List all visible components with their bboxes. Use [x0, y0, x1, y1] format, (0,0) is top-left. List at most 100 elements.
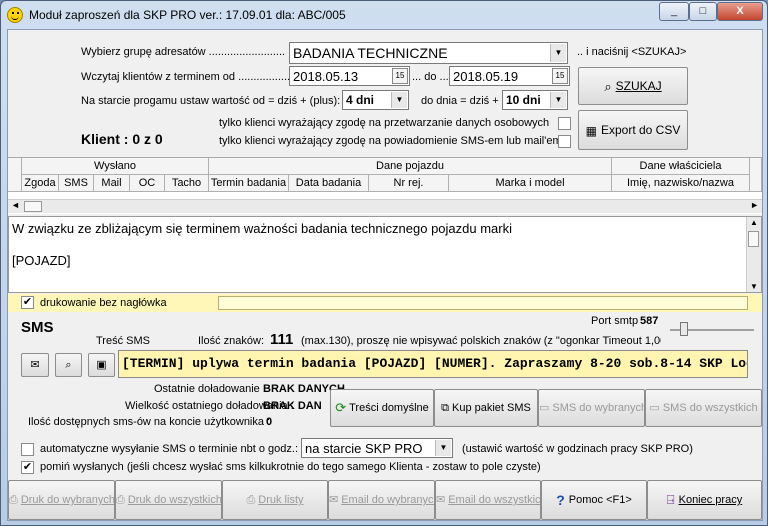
grid-horizontal-scrollbar[interactable]: ◄ ► — [8, 199, 762, 213]
email-icon: ✉ — [436, 494, 446, 507]
preview-button[interactable]: ⌕ — [55, 353, 82, 377]
grid-group-sent: Wysłano — [22, 158, 209, 175]
sms-text-input[interactable]: [TERMIN] uplywa termin badania [POJAZD] … — [118, 350, 748, 378]
email-all-button[interactable]: ✉ Email do wszystkich — [435, 480, 541, 520]
print-header-label: drukowanie bez nagłówka — [40, 297, 167, 309]
export-csv-label: Export do CSV — [600, 123, 681, 137]
export-csv-button[interactable]: ▦ Export do CSV — [578, 110, 688, 150]
date-to-value: 2018.05.19 — [453, 69, 519, 84]
group-select[interactable]: BADANIA TECHNICZNE ▼ — [289, 42, 568, 64]
client-grid[interactable]: Wysłano Dane pojazdu Dane właściciela Zg… — [8, 157, 762, 214]
exit-door-icon: ⍈ — [666, 492, 675, 508]
help-label: Pomoc <F1> — [568, 494, 632, 506]
sms-all-label: SMS do wszystkich — [662, 402, 758, 414]
save-sms-button[interactable]: ▣ — [88, 353, 115, 377]
help-icon: ? — [556, 492, 565, 509]
email-icon: ✉ — [329, 494, 339, 507]
column-header-mail[interactable]: Mail — [94, 175, 130, 192]
auto-send-time-select[interactable]: na starcie SKP PRO ▼ — [301, 438, 453, 458]
scroll-left-icon[interactable]: ◄ — [11, 200, 20, 210]
refresh-icon: ⟳ — [335, 400, 347, 416]
envelope-icon: ✉ — [30, 359, 40, 371]
magnifier-icon: ⌕ — [65, 359, 72, 371]
start-days-select[interactable]: 4 dni ▼ — [342, 90, 409, 110]
column-header-tacho[interactable]: Tacho — [165, 175, 209, 192]
date-from-value: 2018.05.13 — [293, 69, 359, 84]
char-count-note: (max.130), proszę nie wpisywać polskich … — [301, 335, 661, 347]
column-header-inspection-date[interactable]: Data badania — [289, 175, 369, 192]
consent-notify-checkbox[interactable] — [558, 135, 571, 148]
message-scrollbar[interactable]: ▲ ▼ — [746, 217, 761, 292]
client-count: Klient : 0 z 0 — [81, 131, 163, 147]
start-label: Na starcie progamu ustaw wartość od = dz… — [81, 95, 341, 107]
chevron-down-icon[interactable]: ▼ — [550, 44, 566, 62]
auto-send-checkbox[interactable] — [21, 443, 34, 456]
consent-processing-label: tylko klienci wyrażający zgodę na przetw… — [219, 117, 550, 129]
sms-selected-label: SMS do wybranych — [552, 402, 645, 414]
title-bar[interactable]: Moduł zaproszeń dla SKP PRO ver.: 17.09.… — [1, 1, 767, 29]
column-header-reg-number[interactable]: Nr rej. — [369, 175, 449, 192]
search-button[interactable]: ⌕ SZUKAJ — [578, 67, 688, 105]
print-selected-label: Druk do wybranych — [20, 494, 115, 506]
char-count-label: Ilość znaków: — [198, 335, 265, 347]
floppy-disk-icon: ▣ — [96, 359, 107, 371]
sms-heading: SMS — [21, 319, 54, 336]
column-header-oc[interactable]: OC — [130, 175, 165, 192]
maximize-button[interactable]: □ — [689, 2, 717, 21]
print-header-checkbox[interactable]: ✔ — [21, 296, 34, 309]
column-header-consent[interactable]: Zgoda — [22, 175, 59, 192]
print-all-button[interactable]: ⎙ Druk do wszystkich — [115, 480, 222, 520]
scroll-thumb[interactable] — [24, 201, 42, 212]
calendar-icon[interactable]: 15 — [552, 68, 568, 84]
export-icon: ▦ — [585, 123, 597, 138]
message-line-2: [POJAZD] — [12, 253, 71, 268]
to-days-select[interactable]: 10 dni ▼ — [502, 90, 568, 110]
column-header-sms[interactable]: SMS — [59, 175, 94, 192]
scroll-up-icon[interactable]: ▲ — [750, 218, 758, 227]
column-header-make-model[interactable]: Marka i model — [449, 175, 612, 192]
port-label: Port smtp — [591, 315, 639, 327]
scroll-right-icon[interactable]: ► — [750, 200, 759, 210]
search-hint: .. i naciśnij <SZUKAJ> — [577, 46, 687, 58]
date-to-field[interactable]: 2018.05.19 15 — [449, 66, 570, 86]
chevron-down-icon[interactable]: ▼ — [391, 92, 407, 108]
date-from-field[interactable]: 2018.05.13 15 — [289, 66, 410, 86]
auto-send-hint: (ustawić wartość w godzinach pracy SKP P… — [462, 443, 693, 455]
header-input[interactable] — [218, 296, 748, 310]
group-label: Wybierz grupę adresatów ................… — [81, 46, 286, 58]
default-content-button[interactable]: ⟳ Treści domyślne — [330, 389, 434, 427]
exit-button[interactable]: ⍈ Koniec pracy — [647, 480, 762, 520]
print-lists-label: Druk listy — [258, 494, 304, 506]
sms-all-button[interactable]: ▭ SMS do wszystkich — [645, 389, 762, 427]
scroll-thumb[interactable] — [748, 231, 759, 247]
email-selected-label: Email do wybranych — [341, 494, 435, 506]
print-selected-button[interactable]: ⎙ Druk do wybranych — [8, 480, 115, 520]
minimize-button[interactable]: _ — [659, 2, 689, 21]
email-selected-button[interactable]: ✉ Email do wybranych — [328, 480, 435, 520]
timeout-slider-thumb[interactable] — [680, 322, 688, 336]
sms-selected-button[interactable]: ▭ SMS do wybranych — [538, 389, 645, 427]
column-header-term[interactable]: Termin badania — [209, 175, 289, 192]
skip-sent-checkbox[interactable]: ✔ — [21, 461, 34, 474]
chevron-down-icon[interactable]: ▼ — [435, 440, 451, 456]
default-content-label: Treści domyślne — [349, 402, 429, 414]
consent-processing-checkbox[interactable] — [558, 117, 571, 130]
help-button[interactable]: ? Pomoc <F1> — [541, 480, 647, 520]
scroll-down-icon[interactable]: ▼ — [750, 282, 758, 291]
print-all-label: Druk do wszystkich — [127, 494, 222, 506]
message-textarea[interactable]: W związku ze zbliżającym się terminem wa… — [8, 216, 762, 293]
close-button[interactable]: X — [717, 2, 763, 21]
grid-corner-right — [750, 158, 762, 192]
char-count-value: 111 — [270, 331, 294, 348]
column-header-owner-name[interactable]: Imię, nazwisko/nazwa — [612, 175, 750, 192]
print-lists-button[interactable]: ⎙ Druk listy — [222, 480, 328, 520]
port-value: 587 — [640, 315, 659, 327]
buy-sms-button[interactable]: ⧉ Kup pakiet SMS — [434, 389, 538, 427]
chevron-down-icon[interactable]: ▼ — [550, 92, 566, 108]
term-label: Wczytaj klientów z terminem od .........… — [81, 71, 291, 83]
calendar-icon[interactable]: 15 — [392, 68, 408, 84]
message-line-1: W związku ze zbliżającym się terminem wa… — [12, 221, 512, 236]
message-template-button[interactable]: ✉ — [21, 353, 49, 377]
search-button-label: SZUKAJ — [615, 79, 662, 93]
to-label: do dnia = dziś + — [421, 95, 499, 107]
